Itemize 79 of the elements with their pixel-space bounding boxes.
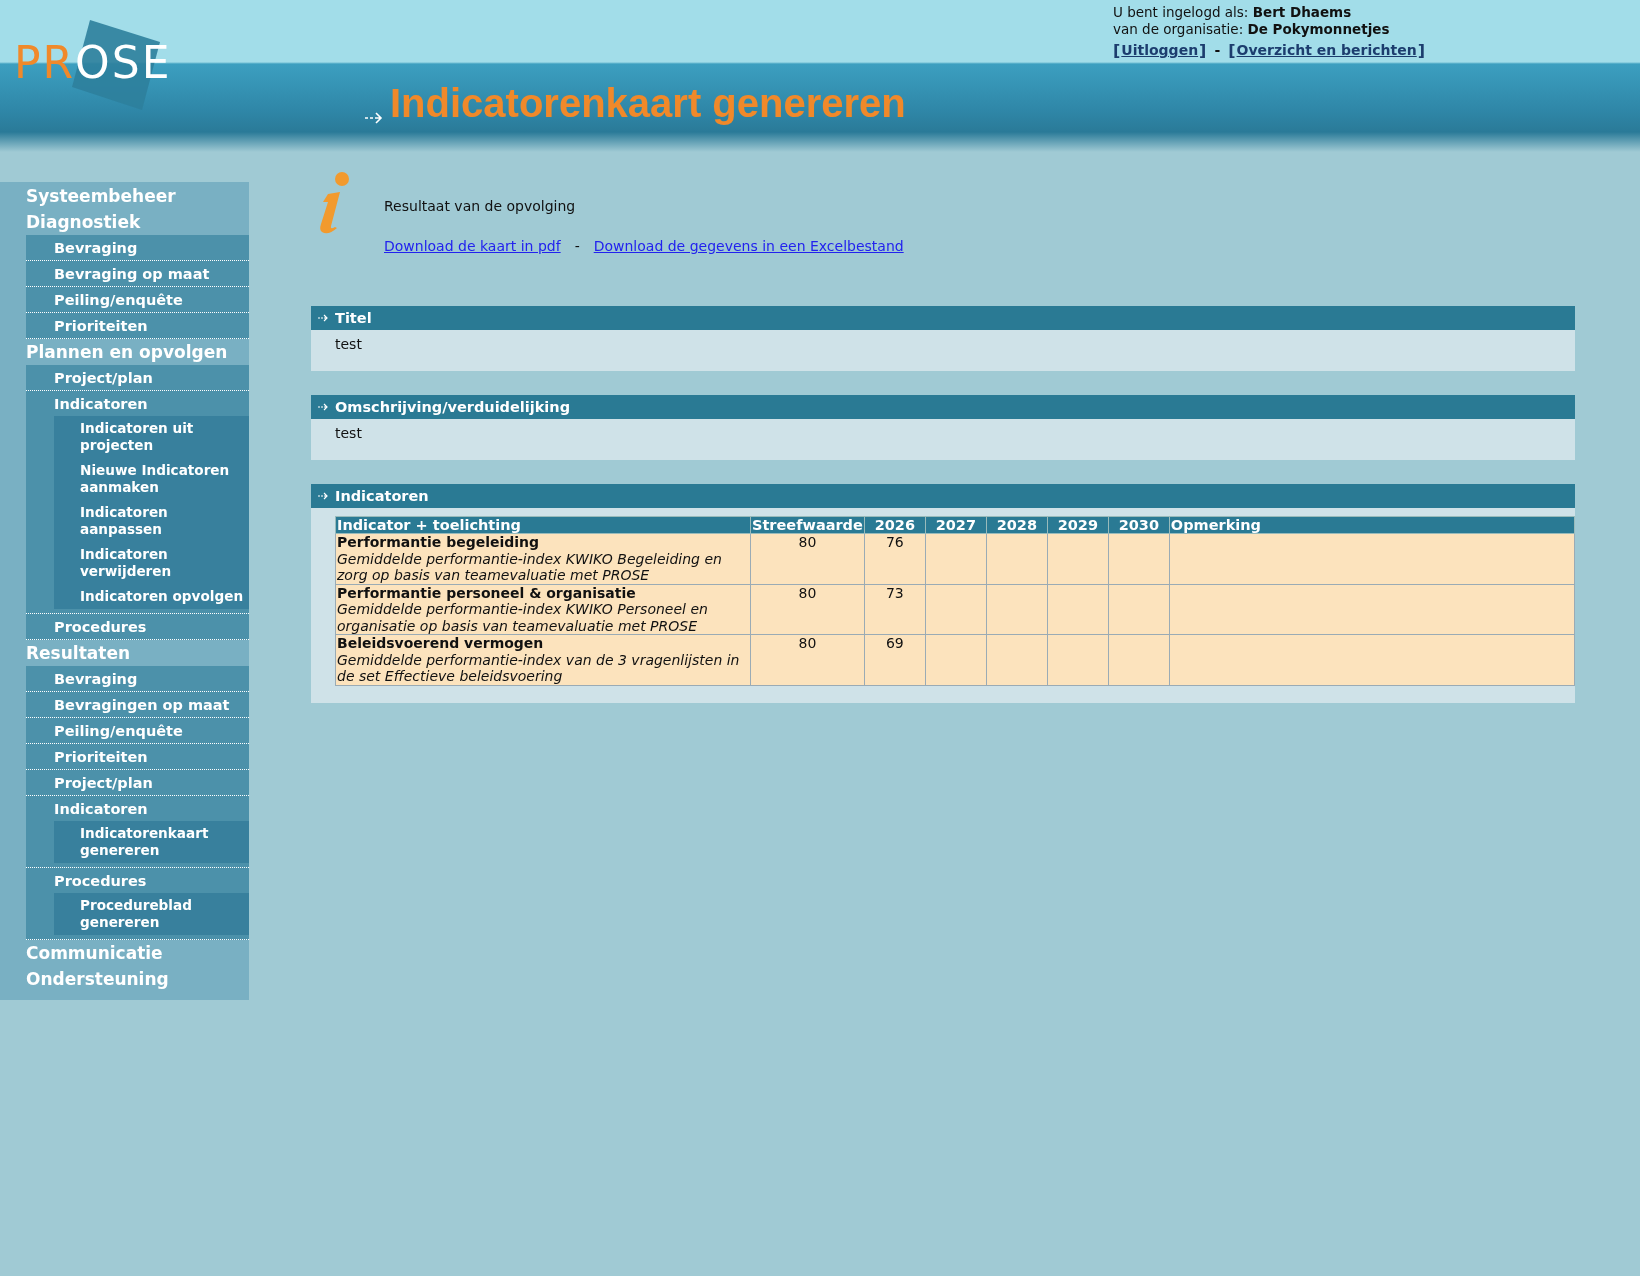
table-cell: [1108, 634, 1170, 685]
sidebar-item[interactable]: Project/plan: [26, 770, 249, 795]
sidebar-item[interactable]: Ondersteuning: [0, 966, 249, 992]
table-cell: [986, 584, 1048, 635]
sidebar-item[interactable]: Diagnostiek: [0, 209, 249, 235]
bracket-text: ]: [1199, 42, 1207, 59]
column-header: 2028: [986, 516, 1048, 534]
sidebar-item[interactable]: Plannen en opvolgen: [0, 339, 249, 365]
indicator-name: Performantie personeel & organisatie: [337, 584, 637, 601]
logged-in-text: U bent ingelogd als: Bert Dhaems: [1113, 4, 1353, 21]
bracket-text: ]: [1417, 42, 1426, 59]
table-cell: [986, 634, 1048, 685]
column-header: Streefwaarde: [750, 516, 865, 534]
sidebar-item[interactable]: Resultaten: [0, 640, 249, 666]
sidebar-item[interactable]: Nieuwe Indicatoren aanmaken: [54, 458, 249, 500]
sidebar-item[interactable]: Prioriteiten: [26, 313, 249, 338]
table-cell: [1108, 533, 1170, 584]
indicator-name: Performantie begeleiding: [337, 534, 541, 551]
section-text: test: [335, 425, 362, 441]
organisation-text: van de organisatie: De Pokymonnetjes: [1113, 21, 1391, 38]
cell-value: 80: [797, 635, 818, 652]
table-cell: [986, 533, 1048, 584]
cell-value: 80: [797, 584, 818, 601]
arrow-icon: [317, 402, 329, 412]
cell-value: 76: [884, 534, 905, 551]
column-header: 2030: [1108, 516, 1170, 534]
table-cell: [1047, 584, 1109, 635]
separator-text: -: [1214, 42, 1221, 59]
sidebar-item[interactable]: Project/plan: [26, 365, 249, 390]
download-excel-link[interactable]: Download de gegevens in een Excelbestand: [593, 238, 904, 254]
sidebar-item[interactable]: Indicatoren: [26, 796, 249, 821]
sidebar-item[interactable]: Bevraging op maat: [26, 261, 249, 286]
sidebar-item[interactable]: Prioriteiten: [26, 744, 249, 769]
sidebar-item[interactable]: Bevraging: [26, 235, 249, 260]
section-title: Indicatoren: [335, 488, 429, 504]
separator-text: -: [574, 238, 580, 254]
logout-link[interactable]: Uitloggen: [1121, 42, 1199, 59]
sidebar-item[interactable]: Peiling/enquête: [26, 287, 249, 312]
sidebar-item[interactable]: Procedures: [26, 614, 249, 639]
column-header: Opmerking: [1169, 516, 1575, 534]
column-header: 2026: [864, 516, 926, 534]
indicator-name: Beleidsvoerend vermogen: [337, 635, 545, 652]
cell-value: 73: [884, 584, 905, 601]
table-cell: [1108, 584, 1170, 635]
column-header: 2027: [925, 516, 987, 534]
section-text: test: [335, 336, 362, 352]
column-header: Indicator + toelichting: [335, 516, 751, 534]
download-pdf-link[interactable]: Download de kaart in pdf: [384, 238, 561, 254]
sidebar-item[interactable]: Indicatorenkaart genereren: [54, 821, 249, 863]
sidebar-item[interactable]: Communicatie: [0, 940, 249, 966]
page-title: Indicatorenkaart genereren: [390, 81, 906, 126]
sidebar-item[interactable]: Peiling/enquête: [26, 718, 249, 743]
info-message: Resultaat van de opvolging: [384, 198, 577, 214]
indicator-description: Gemiddelde performantie-index van de 3 vragenlijsten in de set Effectieve beleidsvoering: [337, 651, 741, 685]
sidebar-item[interactable]: Bevraging: [26, 666, 249, 691]
cell-value: 69: [884, 635, 905, 652]
sidebar-item[interactable]: Indicatoren aanpassen: [54, 500, 249, 542]
sidebar-item[interactable]: Procedureblad genereren: [54, 893, 249, 935]
sidebar-item[interactable]: Indicatoren opvolgen: [54, 584, 249, 609]
overview-link[interactable]: Overzicht en berichten: [1236, 42, 1417, 59]
indicator-description: Gemiddelde performantie-index KWIKO Begeleiding en zorg op basis van teamevaluatie met PROSE: [337, 550, 723, 584]
arrow-icon: [317, 491, 329, 501]
bracket-text: [: [1228, 42, 1236, 59]
table-cell: [1047, 533, 1109, 584]
arrow-icon: [317, 313, 329, 323]
sidebar-item[interactable]: Systeembeheer: [0, 183, 249, 209]
sidebar-item[interactable]: Indicatoren: [26, 391, 249, 416]
sidebar-item[interactable]: Indicatoren verwijderen: [54, 542, 249, 584]
section-title: Titel: [335, 310, 372, 326]
column-header: 2029: [1047, 516, 1109, 534]
sidebar-item[interactable]: Procedures: [26, 868, 249, 893]
bracket-text: [: [1113, 42, 1121, 59]
cell-value: 80: [797, 534, 818, 551]
sidebar-item[interactable]: Bevragingen op maat: [26, 692, 249, 717]
table-cell: [1047, 634, 1109, 685]
sidebar-item[interactable]: Indicatoren uit projecten: [54, 416, 249, 458]
arrow-icon: [364, 110, 384, 126]
indicator-description: Gemiddelde performantie-index KWIKO Personeel en organisatie op basis van teamevaluatie met PROSE: [337, 601, 709, 634]
section-title: Omschrijving/verduidelijking: [335, 399, 571, 415]
